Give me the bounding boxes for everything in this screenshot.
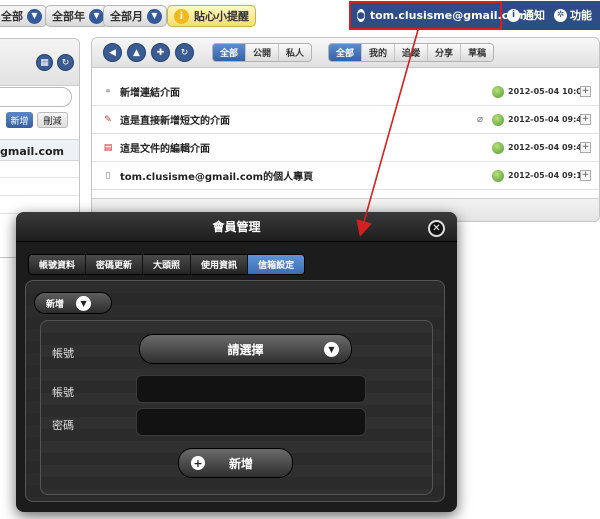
filter-visibility-all[interactable]: 全部 [213, 44, 246, 61]
info-icon: i [174, 8, 189, 24]
item-date: 2012-05-04 10:02 [508, 87, 588, 96]
functions-button[interactable]: ✲ 功能 [554, 7, 592, 23]
tab-password-update[interactable]: 密碼更新 [85, 255, 143, 274]
refresh-icon[interactable]: ↻ [175, 43, 194, 62]
divider [0, 195, 79, 196]
main-toolbar: ◀ ▲ ✚ ↻ 全部 公開 私人 全部 我的 追蹤 分享 草稿 [92, 38, 599, 68]
tab-avatar[interactable]: 大頭照 [142, 255, 191, 274]
account-select-label: 帳號 [52, 347, 74, 360]
account-filter-label: 全部 [1, 10, 23, 23]
item-date: 2012-05-04 09:44 [508, 143, 588, 152]
dialog-tabs: 帳號資料 密碼更新 大頭照 使用資訊 信箱設定 [28, 254, 306, 275]
item-date: 2012-05-04 09:45 [508, 115, 588, 124]
dialog-title: 會員管理 [16, 212, 457, 242]
chevron-down-icon: ▼ [89, 8, 104, 24]
expand-icon[interactable]: + [580, 114, 591, 125]
filter-visibility-private[interactable]: 私人 [278, 44, 312, 61]
add-icon[interactable]: ✚ [151, 43, 170, 62]
account-select-value: 請選擇 [227, 342, 264, 357]
main-panel: ◀ ▲ ✚ ↻ 全部 公開 私人 全部 我的 追蹤 分享 草稿 ⚭ 新增連結介面… [91, 37, 600, 222]
info-icon: i [507, 8, 520, 22]
account-field[interactable] [136, 375, 366, 403]
tips-button[interactable]: i 貼心小提醒 [167, 5, 256, 27]
chevron-down-icon: ▼ [27, 8, 42, 24]
globe-icon [492, 169, 504, 182]
plus-icon: + [191, 456, 205, 470]
month-filter-dropdown[interactable]: 全部月 ▼ [103, 5, 167, 27]
link-icon: ⚭ [104, 86, 112, 97]
list-item[interactable]: ▤ 這是文件的編輯介面 2012-05-04 09:44 + [92, 134, 599, 162]
expand-icon[interactable]: + [580, 86, 591, 97]
pdf-icon: ▤ [103, 142, 113, 153]
user-icon: ● [357, 9, 365, 22]
chevron-down-icon: ▼ [76, 295, 92, 311]
account-list-item[interactable]: gmail.com [0, 139, 79, 161]
item-title: 這是文件的編輯介面 [120, 144, 210, 155]
account-field-label: 帳號 [52, 386, 74, 399]
globe-icon [492, 85, 504, 98]
notifications-label: 通知 [523, 9, 545, 22]
up-icon[interactable]: ▲ [127, 43, 146, 62]
month-filter-label: 全部月 [110, 10, 143, 23]
left-search-input[interactable] [0, 87, 72, 107]
divider [0, 177, 79, 178]
delete-account-button[interactable]: 刪減 [37, 112, 68, 128]
gear-icon: ✲ [554, 8, 567, 22]
add-mailbox-button[interactable]: + 新增 [178, 448, 293, 478]
user-account-button[interactable]: ● tom.clusisme@gmail.com [349, 1, 527, 30]
password-field[interactable] [136, 408, 366, 436]
user-email: tom.clusisme@gmail.com [369, 9, 528, 22]
filter-shared[interactable]: 分享 [427, 44, 461, 61]
ownership-filter: 全部 我的 追蹤 分享 草稿 [328, 43, 495, 62]
note-icon: ✎ [104, 114, 112, 125]
globe-icon [492, 113, 504, 126]
tab-account-info[interactable]: 帳號資料 [29, 255, 86, 274]
item-title: tom.clusisme@gmail.com的個人專頁 [120, 172, 314, 183]
password-field-label: 密碼 [52, 419, 74, 432]
filter-mine[interactable]: 我的 [361, 44, 395, 61]
list-item[interactable]: ⚭ 新增連結介面 2012-05-04 10:02 + [92, 78, 599, 106]
list-item[interactable]: ✎ 這是直接新增短文的介面 ⌀ 2012-05-04 09:45 + [92, 106, 599, 134]
refresh-icon[interactable]: ↻ [57, 54, 74, 71]
item-title: 這是直接新增短文的介面 [120, 116, 230, 127]
globe-icon [492, 141, 504, 154]
filter-all[interactable]: 全部 [329, 44, 362, 61]
tips-label: 貼心小提醒 [194, 10, 249, 23]
page-icon: ▯ [105, 170, 111, 181]
top-bar: 全部 ▼ 全部年 ▼ 全部月 ▼ i 貼心小提醒 ● tom.clusisme@… [0, 0, 600, 32]
filter-following[interactable]: 追蹤 [394, 44, 428, 61]
functions-label: 功能 [570, 9, 592, 22]
item-date: 2012-05-04 09:15 [508, 171, 588, 180]
new-mailbox-dropdown[interactable]: 新增 ▼ [34, 292, 112, 314]
account-select[interactable]: 請選擇 ▼ [139, 334, 352, 364]
back-icon[interactable]: ◀ [103, 43, 122, 62]
left-panel-actions: 新增 刪減 [0, 112, 79, 130]
year-filter-label: 全部年 [52, 10, 85, 23]
member-management-dialog: 會員管理 ✕ 帳號資料 密碼更新 大頭照 使用資訊 信箱設定 新增 ▼ 帳號 請… [16, 212, 457, 512]
paperclip-icon: ⌀ [477, 114, 484, 125]
add-button-label: 新增 [229, 456, 254, 471]
account-filter-dropdown[interactable]: 全部 ▼ [0, 5, 47, 27]
notifications-button[interactable]: i 通知 [507, 7, 545, 23]
chevron-down-icon: ▼ [324, 342, 339, 357]
visibility-filter: 全部 公開 私人 [212, 43, 313, 62]
filter-visibility-public[interactable]: 公開 [245, 44, 279, 61]
filter-drafts[interactable]: 草稿 [460, 44, 494, 61]
year-filter-dropdown[interactable]: 全部年 ▼ [45, 5, 109, 27]
left-panel-header: ▦ ↻ [0, 39, 79, 86]
chevron-down-icon: ▼ [147, 8, 162, 24]
new-dropdown-label: 新增 [46, 299, 65, 310]
tab-mailbox-settings[interactable]: 信箱設定 [247, 255, 305, 274]
grid-icon[interactable]: ▦ [36, 54, 53, 71]
list-item[interactable]: ▯ tom.clusisme@gmail.com的個人專頁 2012-05-04… [92, 162, 599, 190]
expand-icon[interactable]: + [580, 170, 591, 181]
add-account-button[interactable]: 新增 [6, 112, 33, 128]
item-title: 新增連結介面 [120, 88, 180, 99]
close-icon[interactable]: ✕ [428, 220, 445, 237]
expand-icon[interactable]: + [580, 142, 591, 153]
tab-usage-info[interactable]: 使用資訊 [190, 255, 248, 274]
